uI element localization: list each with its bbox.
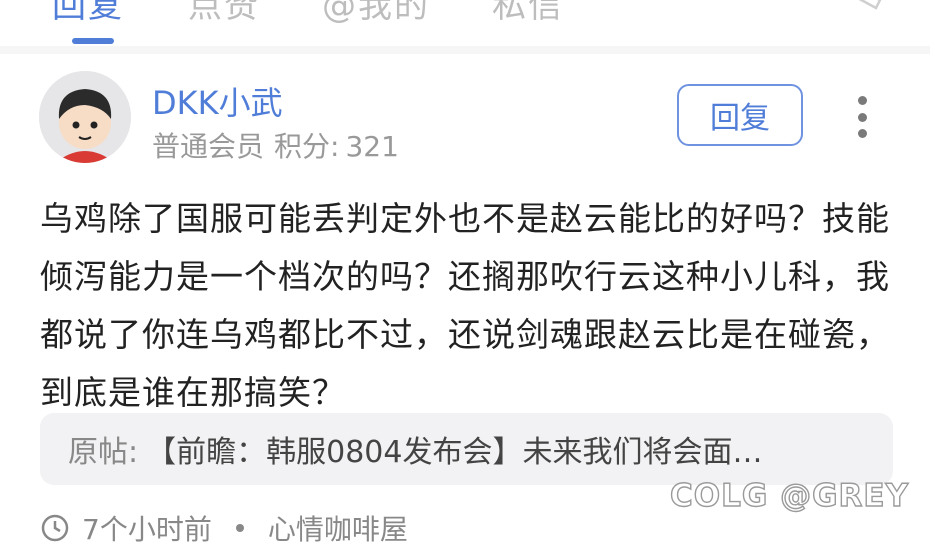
reply-button[interactable]: 回复 <box>677 84 803 146</box>
points-value: 321 <box>345 130 399 163</box>
post-time: 7个小时前 <box>82 513 212 546</box>
tab-bar: 回复 点赞 @我的 私信 <box>0 0 930 44</box>
avatar-cartoon-icon <box>39 71 131 163</box>
tab-replies[interactable]: 回复 <box>52 0 124 27</box>
edit-icon[interactable] <box>850 0 890 16</box>
forum-name[interactable]: 心情咖啡屋 <box>268 508 408 548</box>
quote-label: 原帖: <box>68 435 139 470</box>
tab-messages[interactable]: 私信 <box>492 0 564 27</box>
quote-text: 【前瞻：韩服0804发布会】未来我们将会面… <box>146 435 763 470</box>
user-meta: 普通会员 积分: 321 <box>152 125 409 165</box>
tab-likes[interactable]: 点赞 <box>188 0 260 27</box>
reply-content: 乌鸡除了国服可能丢判定外也不是赵云能比的好吗？技能倾泻能力是一个档次的吗？还搁那… <box>40 199 890 412</box>
more-options-icon[interactable] <box>850 96 874 138</box>
post-footer: 7个小时前 心情咖啡屋 <box>40 508 408 548</box>
username[interactable]: DKK小武 <box>152 78 283 124</box>
member-level: 普通会员 <box>152 130 265 163</box>
original-post-quote[interactable]: 原帖: 【前瞻：韩服0804发布会】未来我们将会面… <box>40 413 893 485</box>
points-label: 积分: <box>274 130 340 163</box>
watermark: COLG @GREY <box>669 477 910 514</box>
avatar[interactable] <box>39 71 131 163</box>
section-divider <box>0 46 930 54</box>
separator-dot <box>235 524 244 532</box>
active-tab-indicator <box>72 38 114 44</box>
tab-mentions[interactable]: @我的 <box>322 0 430 27</box>
